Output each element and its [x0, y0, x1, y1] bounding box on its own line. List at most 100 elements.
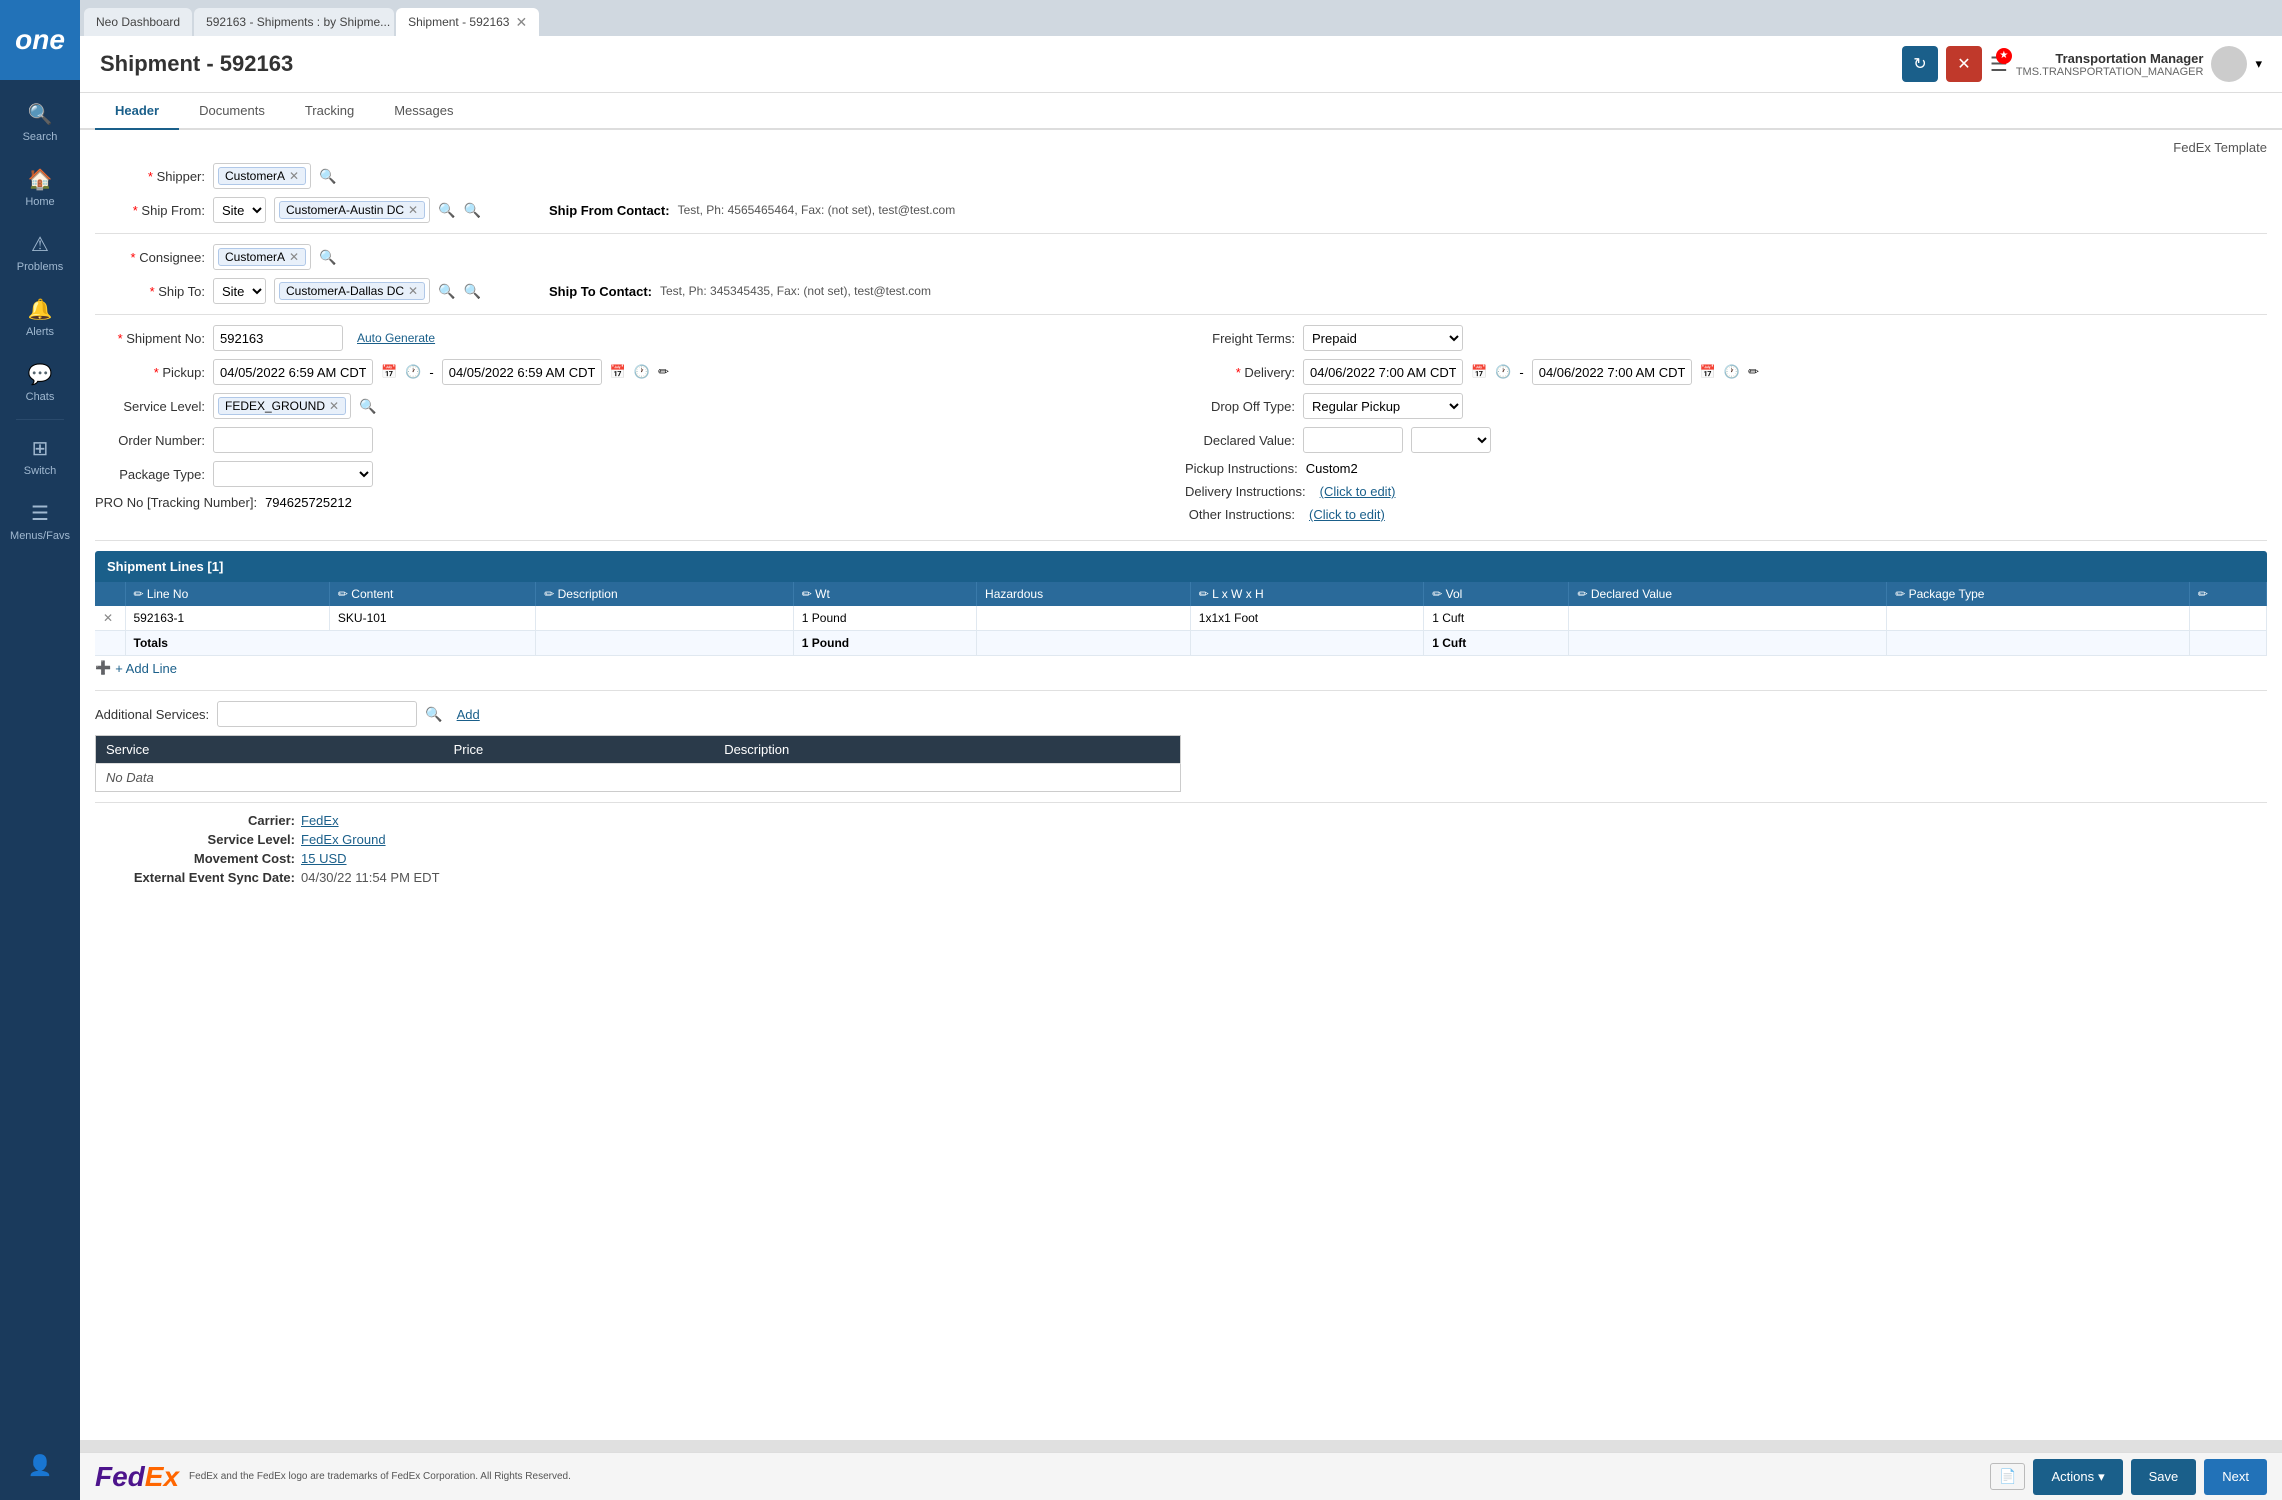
app-logo[interactable]: one	[0, 0, 80, 80]
browser-tab-shipment-detail[interactable]: Shipment - 592163 ✕	[396, 8, 539, 36]
drop-off-type-label: Drop Off Type:	[1185, 399, 1295, 414]
ship-from-row: Ship From: Site CustomerA-Austin DC ✕ 🔍 …	[95, 197, 2267, 223]
shipper-field[interactable]: CustomerA ✕	[213, 163, 311, 189]
service-level-carrier-row: Service Level: FedEx Ground	[95, 832, 2267, 847]
browser-tab-shipments[interactable]: 592163 - Shipments : by Shipme... ✕	[194, 8, 394, 36]
clock2-icon[interactable]: 🕐	[634, 364, 650, 380]
delivery-date1-input[interactable]	[1303, 359, 1463, 385]
add-service-link[interactable]: Add	[457, 707, 480, 722]
consignee-field[interactable]: CustomerA ✕	[213, 244, 311, 270]
service-level-search-button[interactable]: 🔍	[359, 398, 376, 415]
package-type-select[interactable]	[213, 461, 373, 487]
sidebar-item-problems[interactable]: ⚠ Problems	[0, 220, 80, 285]
sidebar-item-label: Chats	[26, 391, 55, 403]
dropdown-arrow-icon[interactable]: ▾	[2255, 56, 2262, 72]
delivery-calendar2-icon[interactable]: 📅	[1700, 364, 1716, 380]
fedex-logo-ex: Ex	[145, 1461, 179, 1492]
horizontal-scrollbar[interactable]	[80, 1440, 2282, 1452]
freight-terms-select[interactable]: Prepaid	[1303, 325, 1463, 351]
delivery-edit-icon[interactable]: ✏	[1748, 364, 1759, 380]
browser-tab-dashboard[interactable]: Neo Dashboard	[84, 8, 192, 36]
table-row: ✕ 592163-1 SKU-101 1 Pound 1x1x1 Foot 1 …	[95, 606, 2267, 631]
add-line-button[interactable]: ➕ + Add Line	[95, 656, 177, 680]
movement-cost-value[interactable]: 15 USD	[301, 851, 347, 866]
ship-from-dc-field[interactable]: CustomerA-Austin DC ✕	[274, 197, 430, 223]
service-level-tag-remove[interactable]: ✕	[329, 399, 339, 413]
refresh-button[interactable]: ↻	[1902, 46, 1938, 82]
drop-off-type-row: Drop Off Type: Regular Pickup	[1185, 393, 2267, 419]
totals-empty1	[95, 631, 125, 656]
ship-from-dc-remove[interactable]: ✕	[408, 203, 418, 217]
auto-generate-link[interactable]: Auto Generate	[357, 331, 435, 345]
sidebar-item-home[interactable]: 🏠 Home	[0, 155, 80, 220]
ship-to-dc-field[interactable]: CustomerA-Dallas DC ✕	[274, 278, 430, 304]
delivery-clock-icon[interactable]: 🕐	[1495, 364, 1511, 380]
sidebar-item-user[interactable]: 👤	[28, 1441, 53, 1490]
row-delete-button[interactable]: ✕	[103, 611, 113, 625]
sidebar-item-search[interactable]: 🔍 Search	[0, 90, 80, 155]
edit-icon[interactable]: ✏	[658, 364, 669, 380]
tab-messages[interactable]: Messages	[374, 93, 473, 130]
declared-value-input[interactable]	[1303, 427, 1403, 453]
delivery-clock2-icon[interactable]: 🕐	[1724, 364, 1740, 380]
carrier-service-level-value[interactable]: FedEx Ground	[301, 832, 386, 847]
shipper-search-button[interactable]: 🔍	[319, 168, 336, 185]
sidebar-item-menus[interactable]: ☰ Menus/Favs	[0, 489, 80, 554]
tab-tracking[interactable]: Tracking	[285, 93, 374, 130]
declared-value-currency-select[interactable]	[1411, 427, 1491, 453]
calendar2-icon[interactable]: 📅	[610, 364, 626, 380]
ship-from-search-button[interactable]: 🔍	[438, 202, 455, 219]
totals-edit	[2189, 631, 2266, 656]
delivery-row: Delivery: 📅 🕐 - 📅 🕐 ✏	[1185, 359, 2267, 385]
close-icon[interactable]: ✕	[515, 14, 527, 31]
shipment-lines-title: Shipment Lines [1]	[107, 559, 223, 574]
delivery-calendar-icon[interactable]: 📅	[1471, 364, 1487, 380]
clock-icon[interactable]: 🕐	[405, 364, 421, 380]
user-info[interactable]: Transportation Manager TMS.TRANSPORTATIO…	[2016, 46, 2262, 82]
tab-header[interactable]: Header	[95, 93, 179, 130]
consignee-tag-remove[interactable]: ✕	[289, 250, 299, 264]
other-instructions-link[interactable]: (Click to edit)	[1309, 507, 1385, 522]
close-button[interactable]: ✕	[1946, 46, 1982, 82]
delivery-date2-input[interactable]	[1532, 359, 1692, 385]
save-button[interactable]: Save	[2131, 1459, 2197, 1495]
consignee-search-button[interactable]: 🔍	[319, 249, 336, 266]
actions-button[interactable]: Actions ▾	[2033, 1459, 2122, 1495]
event-sync-label: External Event Sync Date:	[95, 870, 295, 885]
vol-cell: 1 Cuft	[1424, 606, 1569, 631]
menu-button[interactable]: ☰ ★	[1990, 52, 2008, 77]
ship-to-search-button[interactable]: 🔍	[438, 283, 455, 300]
delivery-instructions-link[interactable]: (Click to edit)	[1320, 484, 1396, 499]
sidebar-divider	[16, 419, 64, 420]
additional-services-search-button[interactable]: 🔍	[425, 706, 442, 723]
ship-to-search2-button[interactable]: 🔍	[464, 283, 481, 300]
order-number-input[interactable]	[213, 427, 373, 453]
col-wt: ✏ Wt	[793, 582, 976, 606]
ship-from-type-select[interactable]: Site	[213, 197, 266, 223]
ship-from-search2-button[interactable]: 🔍	[464, 202, 481, 219]
sidebar-item-alerts[interactable]: 🔔 Alerts	[0, 285, 80, 350]
edit-col-icon: ✏	[1577, 587, 1587, 601]
sidebar-item-label: Switch	[24, 465, 56, 477]
wt-cell: 1 Pound	[793, 606, 976, 631]
carrier-value[interactable]: FedEx	[301, 813, 339, 828]
sidebar-item-switch[interactable]: ⊞ Switch	[0, 424, 80, 489]
pdf-button[interactable]: 📄	[1990, 1463, 2025, 1490]
sidebar-item-chats[interactable]: 💬 Chats	[0, 350, 80, 415]
additional-services-input[interactable]	[217, 701, 417, 727]
user-icon: 👤	[28, 1453, 53, 1478]
shipment-no-input[interactable]	[213, 325, 343, 351]
tab-documents[interactable]: Documents	[179, 93, 285, 130]
pickup-date2-input[interactable]	[442, 359, 602, 385]
shipper-label: Shipper:	[95, 169, 205, 184]
fedex-logo-fed: Fed	[95, 1461, 145, 1492]
ship-to-type-select[interactable]: Site	[213, 278, 266, 304]
declared-value-cell	[1569, 606, 1887, 631]
ship-to-dc-remove[interactable]: ✕	[408, 284, 418, 298]
drop-off-type-select[interactable]: Regular Pickup	[1303, 393, 1463, 419]
next-button[interactable]: Next	[2204, 1459, 2267, 1495]
service-level-field[interactable]: FEDEX_GROUND ✕	[213, 393, 351, 419]
shipper-tag-remove[interactable]: ✕	[289, 169, 299, 183]
calendar-icon[interactable]: 📅	[381, 364, 397, 380]
pickup-date1-input[interactable]	[213, 359, 373, 385]
